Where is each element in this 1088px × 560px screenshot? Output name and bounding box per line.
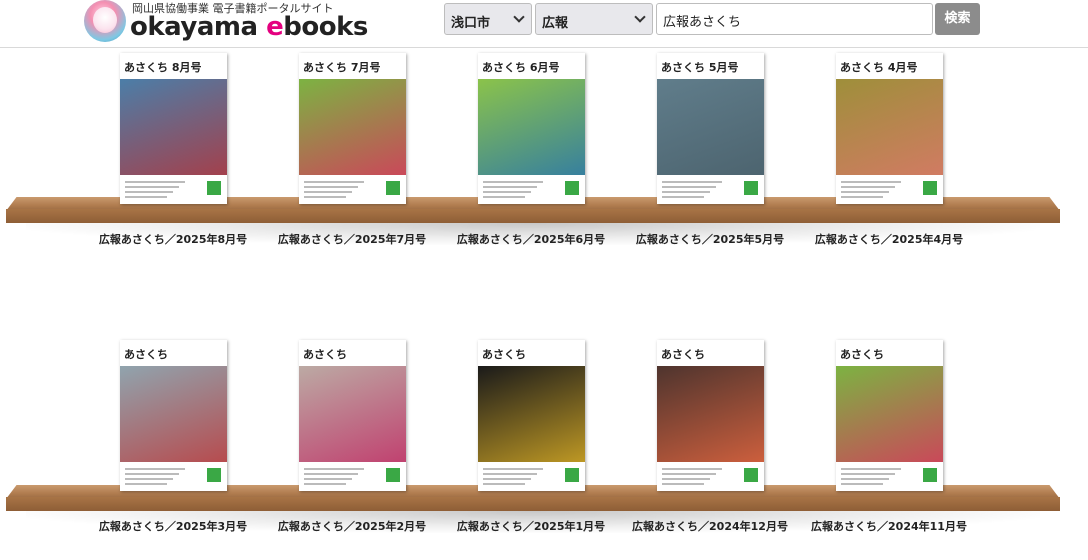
book-cover[interactable]: あさくち [836,340,943,491]
cover-footer [836,175,943,204]
book-cover[interactable]: あさくち 4月号 [836,53,943,204]
book-title-link[interactable]: 広報あさくち／2025年5月号 [630,232,790,248]
cover-footer [478,175,585,204]
logo-wordmark: okayama ebooks [130,12,368,42]
book-cover[interactable]: あさくち [299,340,406,491]
book-cover[interactable]: あさくち 6月号 [478,53,585,204]
search-input[interactable]: 広報あさくち [656,3,933,35]
cover-footer [299,175,406,204]
book-cover[interactable]: あさくち 8月号 [120,53,227,204]
logo-emblem-icon [84,0,126,42]
search-button[interactable]: 検索 [935,3,980,35]
cover-photo [657,366,764,462]
book-cover[interactable]: あさくち 7月号 [299,53,406,204]
cover-photo [836,366,943,462]
book-title-link[interactable]: 広報あさくち／2025年8月号 [93,232,253,248]
cover-photo [478,79,585,175]
cover-title: あさくち [303,348,347,361]
chevron-down-icon [634,11,646,23]
cover-photo [120,366,227,462]
cover-title: あさくち 6月号 [482,61,560,74]
cover-title: あさくち [124,348,168,361]
cover-title: あさくち [840,348,884,361]
book-title-link[interactable]: 広報あさくち／2025年6月号 [451,232,611,248]
cover-footer [657,462,764,491]
book-title-link[interactable]: 広報あさくち／2025年1月号 [451,519,611,535]
book-cover[interactable]: あさくち [657,340,764,491]
book-cover[interactable]: あさくち [120,340,227,491]
book-title-link[interactable]: 広報あさくち／2025年7月号 [272,232,432,248]
city-select-value: 浅口市 [451,16,491,31]
city-select[interactable]: 浅口市 [444,3,532,35]
cover-title: あさくち 7月号 [303,61,381,74]
cover-title: あさくち 5月号 [661,61,739,74]
cover-footer [299,462,406,491]
cover-footer [120,462,227,491]
cover-title: あさくち [661,348,705,361]
cover-photo [657,79,764,175]
category-select[interactable]: 広報 [535,3,653,35]
shelf-front [6,209,1060,223]
book-title-link[interactable]: 広報あさくち／2024年11月号 [809,519,969,535]
chevron-down-icon [513,11,525,23]
book-cover[interactable]: あさくち 5月号 [657,53,764,204]
cover-photo [120,79,227,175]
cover-title: あさくち [482,348,526,361]
category-select-value: 広報 [542,16,569,31]
cover-photo [478,366,585,462]
cover-photo [836,79,943,175]
cover-footer [836,462,943,491]
cover-photo [299,79,406,175]
site-header: 岡山県協働事業 電子書籍ポータルサイト okayama ebooks 浅口市 広… [0,0,1088,48]
cover-footer [120,175,227,204]
cover-photo [299,366,406,462]
book-title-link[interactable]: 広報あさくち／2024年12月号 [630,519,790,535]
book-cover[interactable]: あさくち [478,340,585,491]
book-title-link[interactable]: 広報あさくち／2025年3月号 [93,519,253,535]
site-logo[interactable]: 岡山県協働事業 電子書籍ポータルサイト okayama ebooks [84,0,368,44]
cover-footer [657,175,764,204]
cover-title: あさくち 4月号 [840,61,918,74]
cover-title: あさくち 8月号 [124,61,202,74]
book-title-link[interactable]: 広報あさくち／2025年4月号 [809,232,969,248]
shelf-front [6,497,1060,511]
book-title-link[interactable]: 広報あさくち／2025年2月号 [272,519,432,535]
cover-footer [478,462,585,491]
